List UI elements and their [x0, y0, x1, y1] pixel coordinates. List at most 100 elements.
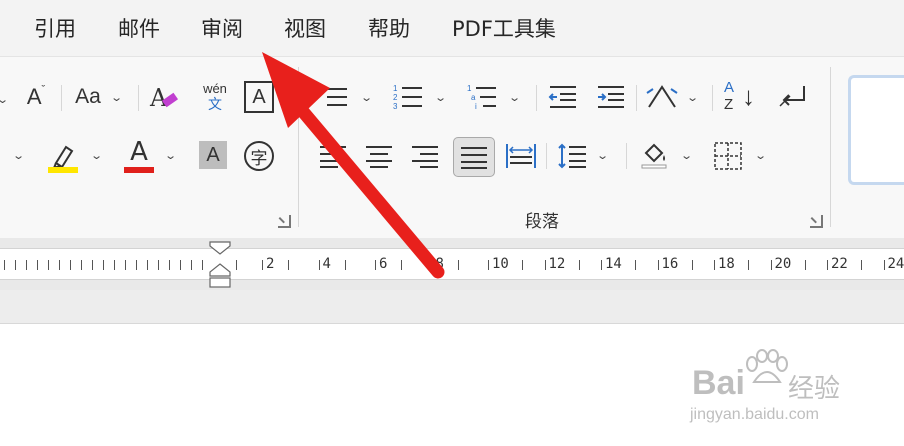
ruler-tick — [262, 260, 263, 270]
line-spacing-button[interactable] — [554, 139, 590, 173]
ruler-tick — [202, 260, 203, 270]
divider — [712, 85, 713, 111]
ruler-tick — [318, 260, 320, 270]
chevron-down-icon[interactable]: ⌄ — [508, 91, 521, 104]
font-color-swatch — [124, 167, 154, 173]
phonetic-bottom: 文 — [208, 96, 222, 112]
sort-button[interactable]: A Z ↓ — [720, 79, 760, 117]
sort-arrow-icon: ↓ — [742, 81, 755, 111]
chinese-layout-icon — [646, 85, 678, 108]
ruler-tick — [191, 260, 192, 270]
enclose-characters-label: 字 — [250, 148, 268, 168]
ribbon: ⌄ A ˇ Aa ⌄ A wén 文 A ⌄ — [0, 56, 904, 238]
indent-marker-icon[interactable] — [206, 240, 234, 290]
align-right-button[interactable] — [408, 139, 442, 173]
ruler-tick — [180, 260, 181, 270]
ruler-tick — [158, 260, 159, 270]
ruler-tick — [37, 260, 38, 270]
font-dialog-launcher-icon[interactable] — [278, 215, 291, 228]
justify-button[interactable] — [453, 137, 495, 177]
chevron-down-icon[interactable]: ⌄ — [360, 91, 373, 104]
distributed-icon — [506, 144, 536, 168]
divider — [546, 143, 547, 169]
ruler-tick — [714, 260, 715, 270]
menu-review[interactable]: 审阅 — [201, 13, 243, 43]
ruler-number: 24 — [887, 256, 904, 272]
borders-button[interactable] — [710, 139, 746, 173]
group-divider — [830, 67, 831, 227]
show-marks-button[interactable] — [774, 81, 810, 113]
ruler-number: 22 — [831, 256, 848, 272]
shrink-font-button[interactable]: A ˇ — [20, 79, 52, 115]
phonetic-guide-button[interactable]: wén 文 — [196, 77, 234, 117]
watermark-brand: Bai — [692, 364, 745, 402]
font-color-button[interactable]: A — [122, 135, 156, 169]
ruler-number: 18 — [718, 256, 735, 272]
chevron-down-icon[interactable]: ⌄ — [434, 91, 447, 104]
ruler-tick — [691, 260, 693, 270]
menu-pdf-tools[interactable]: PDF工具集 — [452, 13, 556, 43]
ruler-number: 10 — [492, 256, 509, 272]
numbering-button[interactable]: 123 — [390, 81, 426, 113]
ruler-tick — [804, 260, 806, 270]
ruler-tick — [522, 260, 523, 270]
increase-indent-icon — [598, 86, 624, 108]
align-left-button[interactable] — [316, 139, 350, 173]
ruler-tick — [488, 260, 489, 270]
chevron-down-icon[interactable]: ⌄ — [12, 149, 25, 162]
baidu-jingyan-watermark: Bai 经验 jingyan.baidu.com — [690, 349, 890, 432]
align-center-button[interactable] — [362, 139, 396, 173]
multilevel-list-button[interactable]: 1ai — [464, 81, 500, 113]
change-case-button[interactable]: Aa — [68, 79, 108, 115]
multilevel-list-icon: 1ai — [467, 84, 496, 111]
character-shading-button[interactable]: A — [199, 141, 227, 169]
ruler-tick — [748, 260, 749, 270]
divider — [626, 143, 627, 169]
ruler-tick — [92, 260, 93, 270]
menu-mailings[interactable]: 邮件 — [118, 13, 160, 43]
chevron-down-icon[interactable]: ⌄ — [686, 91, 699, 104]
style-gallery-item[interactable] — [848, 75, 904, 185]
ruler-tick — [288, 260, 289, 270]
shading-button[interactable] — [636, 137, 672, 173]
ruler-tick — [544, 260, 546, 270]
bullets-button[interactable] — [314, 81, 350, 113]
distributed-button[interactable] — [504, 139, 538, 173]
menu-view[interactable]: 视图 — [284, 13, 326, 43]
chevron-down-icon[interactable]: ⌄ — [110, 91, 123, 104]
font-color-label: A — [130, 137, 148, 167]
ruler-tick — [70, 260, 71, 270]
paint-bucket-icon — [641, 143, 667, 169]
horizontal-ruler[interactable]: 2 4 6 8 10 12 14 16 18 20 22 24 — [0, 248, 904, 280]
enclose-characters-button[interactable]: 字 — [244, 141, 274, 171]
ruler-tick — [147, 260, 148, 270]
increase-indent-button[interactable] — [594, 81, 628, 113]
chinese-layout-button[interactable] — [644, 79, 680, 115]
decrease-indent-button[interactable] — [546, 81, 580, 113]
chevron-down-icon[interactable]: ⌄ — [754, 149, 767, 162]
svg-text:1: 1 — [393, 84, 398, 93]
paragraph-group-label: 段落 — [525, 212, 559, 232]
svg-text:A: A — [149, 84, 168, 112]
chevron-down-icon[interactable]: ⌄ — [164, 149, 177, 162]
paragraph-dialog-launcher-icon[interactable] — [810, 215, 823, 228]
clear-formatting-button[interactable]: A — [146, 79, 182, 115]
svg-text:1: 1 — [467, 84, 472, 93]
ruler-tick — [125, 260, 126, 270]
ruler-tick — [59, 260, 60, 270]
character-shading-label: A — [206, 143, 220, 166]
menu-references[interactable]: 引用 — [34, 13, 76, 43]
sort-a-label: A — [724, 79, 735, 96]
ruler-number: 2 — [266, 256, 275, 272]
character-border-button[interactable]: A — [244, 81, 274, 113]
ruler-tick — [236, 260, 237, 270]
watermark-url: jingyan.baidu.com — [690, 406, 819, 423]
chevron-down-icon[interactable]: ⌄ — [596, 149, 609, 162]
chevron-down-icon[interactable]: ⌄ — [90, 149, 103, 162]
menu-help[interactable]: 帮助 — [368, 13, 410, 43]
chevron-down-icon[interactable]: ⌄ — [0, 93, 9, 106]
ruler-tick — [26, 260, 27, 270]
paragraph-mark-icon — [779, 86, 805, 107]
chevron-down-icon[interactable]: ⌄ — [680, 149, 693, 162]
justify-icon — [461, 147, 487, 169]
